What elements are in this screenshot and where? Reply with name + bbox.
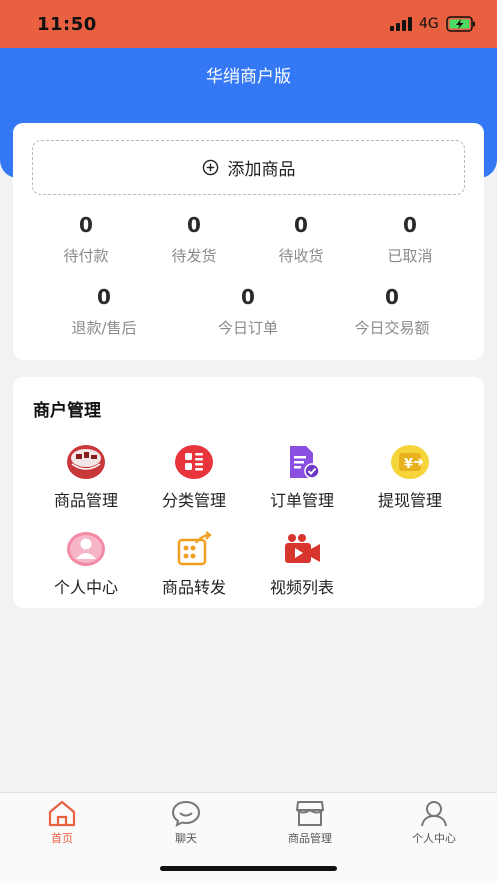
menu-order-management[interactable]: 订单管理 [248, 444, 356, 511]
stat-label: 已取消 [387, 247, 433, 265]
stat-today-revenue[interactable]: 0 今日交易额 [337, 285, 447, 338]
plus-circle-icon [202, 159, 218, 176]
summary-card: 添加商品 0 待付款 0 待发货 0 待收货 0 已取消 0 退款/售后 0 今… [13, 123, 484, 360]
stat-label: 今日交易额 [354, 319, 430, 337]
status-bar: 11:50 4G [0, 0, 497, 48]
stat-label: 待付款 [63, 247, 109, 265]
add-product-label: 添加商品 [227, 160, 296, 180]
stat-label: 待发货 [171, 247, 217, 265]
home-icon [48, 800, 76, 827]
product-bowl-icon [67, 445, 105, 479]
menu-withdraw-management[interactable]: ¥ 提现管理 [356, 444, 464, 511]
stat-today-orders[interactable]: 0 今日订单 [193, 285, 303, 338]
tab-product-management[interactable]: 商品管理 [248, 799, 372, 846]
tab-home[interactable]: 首页 [0, 799, 124, 846]
menu-label: 分类管理 [161, 491, 226, 510]
tab-label: 个人中心 [412, 832, 456, 845]
menu-video-list[interactable]: 视频列表 [248, 531, 356, 598]
home-indicator [160, 866, 337, 871]
stat-value: 0 [79, 213, 93, 237]
menu-product-management[interactable]: 商品管理 [32, 444, 140, 511]
tab-chat[interactable]: 聊天 [124, 799, 248, 846]
menu-label: 提现管理 [377, 491, 442, 510]
forward-share-icon [177, 531, 212, 566]
add-product-button[interactable]: 添加商品 [32, 140, 465, 195]
tab-label: 商品管理 [288, 832, 332, 845]
stat-value: 0 [385, 285, 399, 309]
chat-icon [171, 800, 201, 827]
stat-pending-payment[interactable]: 0 待付款 [31, 213, 141, 266]
order-document-icon [290, 446, 320, 479]
stat-value: 0 [403, 213, 417, 237]
menu-label: 个人中心 [53, 578, 118, 597]
app-title: 华绡商户版 [206, 67, 291, 87]
category-grid-icon [175, 445, 213, 479]
stat-refund-aftersale[interactable]: 0 退款/售后 [49, 285, 159, 338]
stat-value: 0 [187, 213, 201, 237]
person-avatar-icon [67, 532, 105, 566]
signal-icon [390, 17, 412, 31]
network-label: 4G [419, 16, 439, 32]
tab-label: 首页 [51, 832, 73, 845]
store-icon [296, 801, 324, 826]
stat-pending-receipt[interactable]: 0 待收货 [246, 213, 356, 266]
user-icon [421, 801, 447, 827]
menu-label: 订单管理 [269, 491, 334, 510]
stat-pending-shipment[interactable]: 0 待发货 [139, 213, 249, 266]
stat-label: 今日订单 [217, 319, 278, 337]
merchant-management-card: 商户管理 商品管理 分类管理 订单管理 ¥ 提现管理 个人中心 商品转发 视频列… [13, 377, 484, 608]
menu-label: 视频列表 [269, 578, 334, 597]
svg-text:¥: ¥ [404, 457, 413, 472]
tab-personal-center[interactable]: 个人中心 [372, 799, 496, 846]
menu-personal-center[interactable]: 个人中心 [32, 531, 140, 598]
stat-cancelled[interactable]: 0 已取消 [355, 213, 465, 266]
menu-label: 商品管理 [53, 491, 118, 510]
tab-label: 聊天 [175, 832, 197, 845]
video-camera-icon [285, 534, 320, 563]
section-title: 商户管理 [33, 401, 101, 421]
stat-label: 待收货 [278, 247, 324, 265]
menu-label: 商品转发 [161, 578, 226, 597]
stat-label: 退款/售后 [71, 319, 137, 337]
stat-value: 0 [294, 213, 308, 237]
battery-charging-icon [446, 16, 475, 32]
yen-withdraw-icon: ¥ [391, 445, 429, 479]
stat-value: 0 [97, 285, 111, 309]
stat-value: 0 [241, 285, 255, 309]
status-time: 11:50 [37, 14, 97, 35]
menu-category-management[interactable]: 分类管理 [140, 444, 248, 511]
menu-product-forward[interactable]: 商品转发 [140, 531, 248, 598]
